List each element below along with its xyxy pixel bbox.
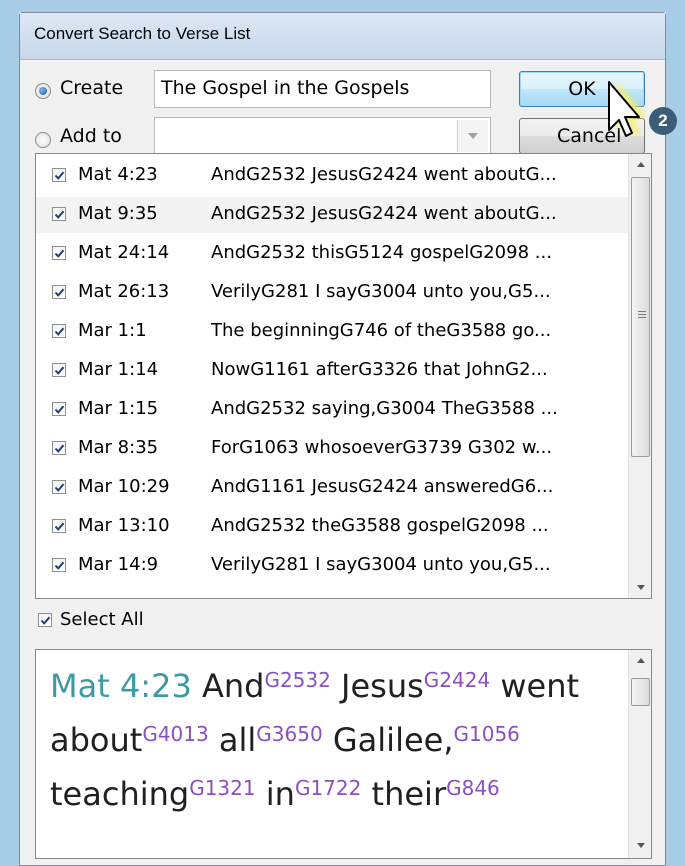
verse-checkbox[interactable] — [52, 324, 66, 338]
verse-ref: Mar 1:15 — [78, 398, 159, 419]
verse-listbox[interactable]: Mat 4:23 AndG2532 JesusG2424 went aboutG.… — [35, 153, 652, 599]
list-item[interactable]: Mar 13:10 AndG2532 theG3588 gospelG2098 .… — [36, 509, 628, 545]
verse-checkbox[interactable] — [52, 441, 66, 455]
scroll-up-icon[interactable] — [629, 154, 651, 176]
list-item[interactable]: Mar 1:1 The beginningG746 of theG3588 go.… — [36, 314, 628, 350]
verse-checkbox[interactable] — [52, 402, 66, 416]
select-all-label: Select All — [60, 609, 144, 630]
list-item[interactable]: Mar 1:15 AndG2532 saying,G3004 TheG3588 .… — [36, 392, 628, 428]
grip-line — [638, 314, 646, 315]
verse-checkbox[interactable] — [52, 168, 66, 182]
strongs-number: G4013 — [142, 722, 209, 746]
verse-ref: Mat 24:14 — [78, 242, 170, 263]
verse-checkbox[interactable] — [52, 363, 66, 377]
list-name-input[interactable]: The Gospel in the Gospels — [154, 70, 491, 108]
list-item[interactable]: Mar 14:9 VerilyG281 I sayG3004 unto you,G… — [36, 548, 628, 584]
grip-line — [638, 311, 646, 312]
scroll-down-icon[interactable] — [629, 576, 651, 598]
window-title: Convert Search to Verse List — [34, 24, 251, 43]
select-all-checkbox[interactable] — [38, 613, 52, 627]
verse-checkbox[interactable] — [52, 285, 66, 299]
strongs-number: G1321 — [189, 776, 256, 800]
strongs-number: G3650 — [256, 722, 323, 746]
preview-ref: Mat 4:23 — [50, 667, 192, 705]
add-to-label: Add to — [60, 125, 122, 147]
verse-ref: Mat 4:23 — [78, 164, 158, 185]
preview-text: Mat 4:23 AndG2532 JesusG2424 went aboutG… — [50, 656, 610, 818]
step-badge: 2 — [649, 107, 677, 135]
preview-word: Jesus — [341, 667, 424, 705]
verse-text: VerilyG281 I sayG3004 unto you,G5... — [211, 281, 551, 302]
verse-text: AndG2532 thisG5124 gospelG2098 ... — [211, 242, 552, 263]
grip-line — [638, 317, 646, 318]
preview-scroll-thumb[interactable] — [631, 678, 650, 706]
add-to-dropdown[interactable] — [154, 117, 491, 155]
preview-word: all — [218, 721, 257, 759]
preview-word: teaching — [50, 775, 190, 813]
verse-text: AndG2532 saying,G3004 TheG3588 ... — [211, 398, 558, 419]
verse-checkbox[interactable] — [52, 480, 66, 494]
verse-text: AndG1161 JesusG2424 answeredG6... — [211, 476, 554, 497]
strongs-number: G846 — [446, 776, 500, 800]
list-scrollbar[interactable] — [628, 154, 651, 598]
title-bar: Convert Search to Verse List — [20, 13, 665, 60]
list-item[interactable]: Mar 1:14 NowG1161 afterG3326 that JohnG2.… — [36, 353, 628, 389]
list-item[interactable]: Mat 9:35 AndG2532 JesusG2424 went aboutG.… — [36, 197, 628, 233]
verse-ref: Mar 1:1 — [78, 320, 147, 341]
verse-checkbox[interactable] — [52, 558, 66, 572]
verse-text: The beginningG746 of theG3588 go... — [211, 320, 552, 341]
verse-text: NowG1161 afterG3326 that JohnG2... — [211, 359, 548, 380]
list-item[interactable]: Mat 26:13 VerilyG281 I sayG3004 unto you,… — [36, 275, 628, 311]
create-radio[interactable] — [35, 83, 51, 99]
verse-text: VerilyG281 I sayG3004 unto you,G5... — [211, 554, 551, 575]
list-scroll-thumb[interactable] — [631, 177, 650, 457]
verse-text: ForG1063 whosoeverG3739 G302 w... — [211, 437, 553, 458]
verse-ref: Mat 26:13 — [78, 281, 170, 302]
strongs-number: G1722 — [294, 776, 362, 800]
scroll-down-icon[interactable] — [629, 834, 651, 856]
verse-checkbox[interactable] — [52, 246, 66, 260]
list-item[interactable]: Mar 8:35 ForG1063 whosoeverG3739 G302 w..… — [36, 431, 628, 467]
convert-dialog: Convert Search to Verse List Create The … — [19, 12, 666, 866]
verse-preview: Mat 4:23 AndG2532 JesusG2424 went aboutG… — [35, 649, 652, 859]
strongs-number: G2532 — [264, 668, 331, 692]
list-item[interactable]: Mar 10:29 AndG1161 JesusG2424 answeredG6.… — [36, 470, 628, 506]
preview-scrollbar[interactable] — [628, 650, 651, 858]
verse-ref: Mar 10:29 — [78, 476, 170, 497]
verse-text: AndG2532 theG3588 gospelG2098 ... — [211, 515, 549, 536]
verse-ref: Mar 13:10 — [78, 515, 170, 536]
strongs-number: G2424 — [423, 668, 491, 692]
mouse-cursor-icon — [608, 81, 645, 137]
verse-ref: Mar 1:14 — [78, 359, 159, 380]
backdrop-top — [0, 0, 685, 12]
scroll-up-icon[interactable] — [629, 650, 651, 672]
create-label: Create — [60, 77, 124, 99]
list-item[interactable]: Mat 4:23 AndG2532 JesusG2424 went aboutG.… — [36, 158, 628, 194]
strongs-number: G1056 — [453, 722, 520, 746]
list-item[interactable]: Mat 24:14 AndG2532 thisG5124 gospelG2098 … — [36, 236, 628, 272]
verse-checkbox[interactable] — [52, 519, 66, 533]
verse-text: AndG2532 JesusG2424 went aboutG... — [211, 203, 557, 224]
preview-word: in — [265, 775, 295, 813]
verse-text: AndG2532 JesusG2424 went aboutG... — [211, 164, 557, 185]
verse-checkbox[interactable] — [52, 207, 66, 221]
verse-ref: Mar 8:35 — [78, 437, 159, 458]
verse-ref: Mat 9:35 — [78, 203, 158, 224]
add-to-radio[interactable] — [35, 132, 51, 148]
verse-ref: Mar 14:9 — [78, 554, 159, 575]
preview-word: their — [371, 775, 447, 813]
chevron-down-icon[interactable] — [457, 120, 488, 152]
preview-word: And — [201, 667, 265, 705]
backdrop-left — [0, 0, 19, 866]
preview-word: Galilee, — [332, 721, 454, 759]
